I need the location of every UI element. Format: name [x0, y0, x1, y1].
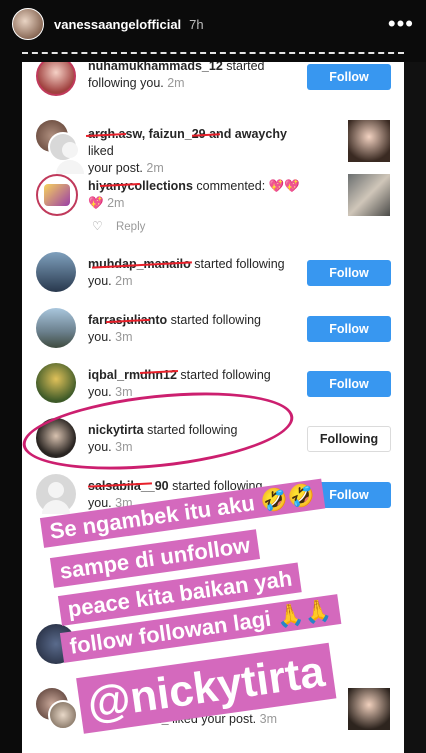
- post-thumbnail[interactable]: [348, 120, 390, 162]
- activity-text: nuhamukhammads_12 started following you.…: [88, 62, 265, 90]
- post-thumbnail[interactable]: [348, 174, 390, 216]
- follow-button[interactable]: Follow: [307, 482, 391, 508]
- avatar[interactable]: [36, 308, 76, 348]
- follow-button[interactable]: Follow: [307, 316, 391, 342]
- story-time: 7h: [189, 16, 204, 32]
- activity-text: nickytirta started following you. 3m: [88, 423, 238, 454]
- reply-link[interactable]: Reply: [116, 221, 145, 233]
- follow-button[interactable]: Follow: [307, 64, 391, 90]
- avatar[interactable]: [48, 132, 84, 174]
- activity-text: rizky.permamasr, nupie3012 and yansandri…: [88, 695, 280, 726]
- heart-icon[interactable]: ♡: [92, 219, 103, 233]
- post-thumbnail[interactable]: [348, 688, 390, 730]
- activity-text: muhdap_manailo started following you. 2m: [88, 257, 285, 288]
- story-header: vanessaangelofficial 7h •••: [0, 0, 426, 48]
- avatar[interactable]: [36, 252, 76, 292]
- list-item: nuhamukhammads_12 started following you.…: [22, 62, 404, 104]
- list-item: rizky.permamasr, nupie3012 and yansandri…: [22, 688, 404, 748]
- following-button[interactable]: Following: [307, 426, 391, 452]
- list-item: argh.asw, faizun_29 and awaychy liked yo…: [22, 120, 404, 175]
- reply-row: ♡ Reply: [92, 219, 145, 233]
- avatar[interactable]: [36, 474, 76, 514]
- avatar[interactable]: [36, 363, 76, 403]
- list-item: farrasjulianto started following you. 3m…: [22, 308, 404, 360]
- avatar[interactable]: [36, 174, 78, 216]
- panel-shadow: [404, 62, 426, 753]
- activity-text: iqbal_rmdhn12 started following you. 3m: [88, 368, 271, 399]
- list-item: iqbal_rmdhn12 started following you. 3m …: [22, 363, 404, 415]
- activity-text: rotita__newi: [88, 631, 161, 645]
- list-item: muhdap_manailo started following you. 2m…: [22, 252, 404, 304]
- list-item: rotita__newi: [22, 624, 404, 674]
- more-options-icon[interactable]: •••: [388, 13, 414, 35]
- list-item: salsabila__90 started following you. 3m …: [22, 474, 404, 526]
- profile-avatar[interactable]: [12, 8, 44, 40]
- avatar[interactable]: [36, 62, 76, 96]
- follow-button[interactable]: Follow: [307, 260, 391, 286]
- list-item: hiyanycollections commented: 💖💖 💖 2m ♡ R…: [22, 174, 404, 244]
- activity-screenshot: nuhamukhammads_12 started following you.…: [22, 62, 404, 753]
- follow-button[interactable]: Follow: [307, 371, 391, 397]
- avatar[interactable]: [36, 624, 76, 664]
- activity-text: farrasjulianto started following you. 3m: [88, 313, 261, 344]
- avatar[interactable]: [48, 700, 78, 730]
- story-username[interactable]: vanessaangelofficial: [54, 17, 181, 32]
- story-progress-bar: [22, 52, 404, 58]
- avatar[interactable]: [36, 418, 76, 458]
- list-item: nickytirta started following you. 3m Fol…: [22, 418, 404, 470]
